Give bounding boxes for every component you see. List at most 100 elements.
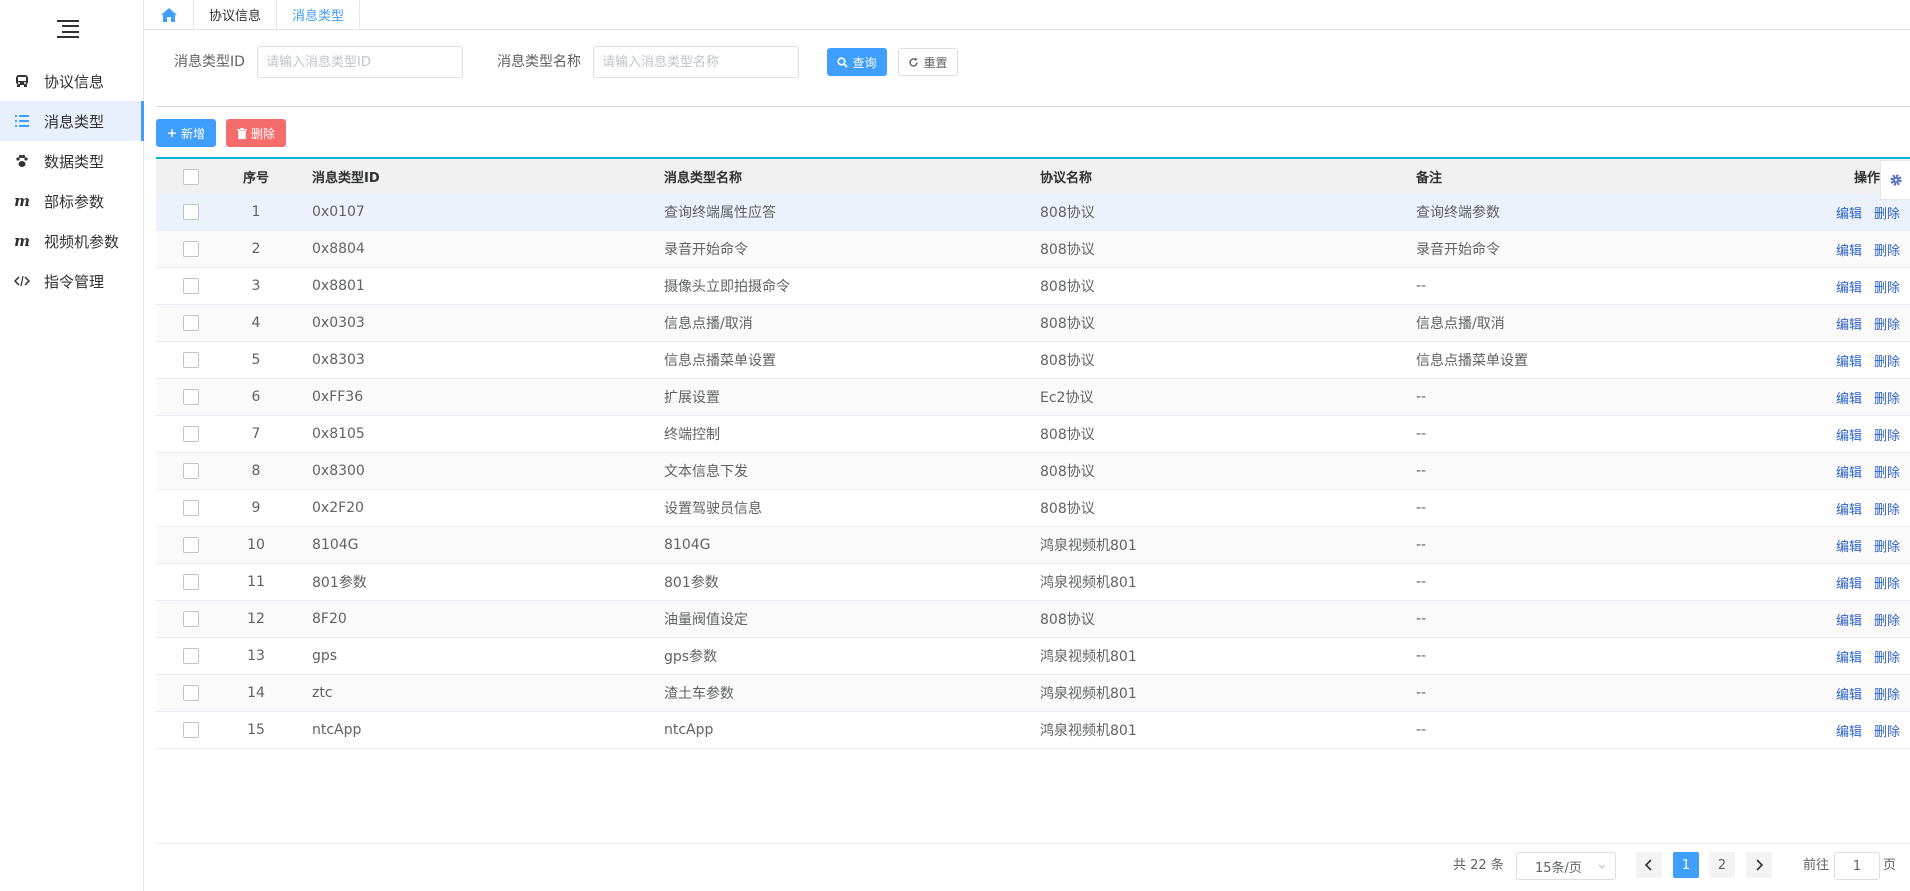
table-row[interactable]: 3 0x8801 摄像头立即拍摄命令 808协议 -- 编辑 删除 <box>156 268 1910 305</box>
edit-link[interactable]: 编辑 <box>1836 240 1862 259</box>
delete-link[interactable]: 删除 <box>1874 499 1900 518</box>
row-note: -- <box>1416 426 1427 442</box>
delete-link[interactable]: 删除 <box>1874 203 1900 222</box>
delete-link[interactable]: 删除 <box>1874 573 1900 592</box>
m-icon: m <box>14 192 30 210</box>
row-index: 7 <box>251 426 261 442</box>
table-row[interactable]: 1 0x0107 查询终端属性应答 808协议 查询终端参数 编辑 删除 <box>156 194 1910 231</box>
row-checkbox[interactable] <box>183 685 199 701</box>
page-button-2[interactable]: 2 <box>1709 852 1735 878</box>
delete-link[interactable]: 删除 <box>1874 721 1900 740</box>
edit-link[interactable]: 编辑 <box>1836 388 1862 407</box>
delete-link[interactable]: 删除 <box>1874 351 1900 370</box>
row-checkbox[interactable] <box>183 648 199 664</box>
sidebar-item-standard-params[interactable]: m 部标参数 <box>0 181 144 221</box>
edit-link[interactable]: 编辑 <box>1836 684 1862 703</box>
row-message-type-name: 信息点播菜单设置 <box>664 353 776 369</box>
delete-link[interactable]: 删除 <box>1874 610 1900 629</box>
table-row[interactable]: 6 0xFF36 扩展设置 Ec2协议 -- 编辑 删除 <box>156 379 1910 416</box>
row-message-type-name: 设置驾驶员信息 <box>664 501 762 517</box>
row-protocol-name: 808协议 <box>1040 279 1095 295</box>
row-checkbox[interactable] <box>183 537 199 553</box>
goto-page-input[interactable] <box>1834 852 1880 880</box>
tab-message-type[interactable]: 消息类型 <box>277 0 361 29</box>
menu-toggle-icon[interactable] <box>57 20 79 38</box>
message-type-name-label: 消息类型名称 <box>497 54 581 70</box>
edit-link[interactable]: 编辑 <box>1836 351 1862 370</box>
table-row[interactable]: 9 0x2F20 设置驾驶员信息 808协议 -- 编辑 删除 <box>156 490 1910 527</box>
table-row[interactable]: 13 gps gps参数 鸿泉视频机801 -- 编辑 删除 <box>156 638 1910 675</box>
delete-link[interactable]: 删除 <box>1874 388 1900 407</box>
row-checkbox[interactable] <box>183 241 199 257</box>
row-checkbox[interactable] <box>183 722 199 738</box>
row-checkbox[interactable] <box>183 426 199 442</box>
row-checkbox[interactable] <box>183 352 199 368</box>
row-message-type-name: 8104G <box>664 537 711 553</box>
edit-link[interactable]: 编辑 <box>1836 277 1862 296</box>
table-row[interactable]: 14 ztc 渣土车参数 鸿泉视频机801 -- 编辑 删除 <box>156 675 1910 712</box>
delete-link[interactable]: 删除 <box>1874 425 1900 444</box>
row-checkbox[interactable] <box>183 500 199 516</box>
table-row[interactable]: 10 8104G 8104G 鸿泉视频机801 -- 编辑 删除 <box>156 527 1910 564</box>
reset-button[interactable]: 重置 <box>898 48 958 76</box>
table-row[interactable]: 4 0x0303 信息点播/取消 808协议 信息点播/取消 编辑 删除 <box>156 305 1910 342</box>
edit-link[interactable]: 编辑 <box>1836 499 1862 518</box>
delete-link[interactable]: 删除 <box>1874 536 1900 555</box>
edit-link[interactable]: 编辑 <box>1836 647 1862 666</box>
row-checkbox[interactable] <box>183 574 199 590</box>
edit-link[interactable]: 编辑 <box>1836 462 1862 481</box>
edit-link[interactable]: 编辑 <box>1836 536 1862 555</box>
sidebar-item-command-management[interactable]: 指令管理 <box>0 261 144 301</box>
sidebar-item-message-type[interactable]: 消息类型 <box>0 101 144 141</box>
row-checkbox[interactable] <box>183 204 199 220</box>
table-row[interactable]: 15 ntcApp ntcApp 鸿泉视频机801 -- 编辑 删除 <box>156 712 1910 749</box>
row-checkbox[interactable] <box>183 463 199 479</box>
table-row[interactable]: 5 0x8303 信息点播菜单设置 808协议 信息点播菜单设置 编辑 删除 <box>156 342 1910 379</box>
sidebar-item-video-params[interactable]: m 视频机参数 <box>0 221 144 261</box>
tab-home[interactable] <box>144 0 194 29</box>
page-button-1[interactable]: 1 <box>1673 852 1699 878</box>
edit-link[interactable]: 编辑 <box>1836 610 1862 629</box>
delete-selected-button[interactable]: 删除 <box>226 119 286 147</box>
settings-toggle[interactable] <box>1880 160 1910 200</box>
row-message-type-name: 扩展设置 <box>664 390 720 406</box>
sidebar-item-protocol-info[interactable]: 协议信息 <box>0 61 144 101</box>
tab-protocol-info[interactable]: 协议信息 <box>194 0 278 29</box>
row-checkbox[interactable] <box>183 389 199 405</box>
edit-link[interactable]: 编辑 <box>1836 573 1862 592</box>
delete-link[interactable]: 删除 <box>1874 277 1900 296</box>
row-checkbox[interactable] <box>183 315 199 331</box>
table-row[interactable]: 11 801参数 801参数 鸿泉视频机801 -- 编辑 删除 <box>156 564 1910 601</box>
delete-link[interactable]: 删除 <box>1874 240 1900 259</box>
row-index: 11 <box>247 574 265 590</box>
next-page-button[interactable] <box>1746 852 1772 878</box>
row-checkbox[interactable] <box>183 611 199 627</box>
edit-link[interactable]: 编辑 <box>1836 425 1862 444</box>
row-checkbox[interactable] <box>183 278 199 294</box>
edit-link[interactable]: 编辑 <box>1836 314 1862 333</box>
select-all-checkbox[interactable] <box>183 168 199 185</box>
add-button-label: 新增 <box>181 126 206 141</box>
row-checkbox-cell <box>156 315 226 331</box>
row-protocol-name: 鸿泉视频机801 <box>1040 723 1137 739</box>
header-checkbox-cell <box>156 168 226 185</box>
row-note: 信息点播/取消 <box>1416 316 1505 332</box>
add-button[interactable]: + 新增 <box>156 119 216 147</box>
page-size-select[interactable]: 15条/页 <box>1516 852 1616 880</box>
delete-link[interactable]: 删除 <box>1874 647 1900 666</box>
table-row[interactable]: 8 0x8300 文本信息下发 808协议 -- 编辑 删除 <box>156 453 1910 490</box>
table-row[interactable]: 12 8F20 油量阀值设定 808协议 -- 编辑 删除 <box>156 601 1910 638</box>
message-type-id-input[interactable] <box>257 46 463 78</box>
table-row[interactable]: 7 0x8105 终端控制 808协议 -- 编辑 删除 <box>156 416 1910 453</box>
row-protocol-name: 808协议 <box>1040 464 1095 480</box>
delete-link[interactable]: 删除 <box>1874 684 1900 703</box>
query-button[interactable]: 查询 <box>827 48 887 76</box>
edit-link[interactable]: 编辑 <box>1836 203 1862 222</box>
message-type-name-input[interactable] <box>593 46 799 78</box>
delete-link[interactable]: 删除 <box>1874 314 1900 333</box>
delete-link[interactable]: 删除 <box>1874 462 1900 481</box>
sidebar-item-data-type[interactable]: 数据类型 <box>0 141 144 181</box>
edit-link[interactable]: 编辑 <box>1836 721 1862 740</box>
prev-page-button[interactable] <box>1636 852 1662 878</box>
table-row[interactable]: 2 0x8804 录音开始命令 808协议 录音开始命令 编辑 删除 <box>156 231 1910 268</box>
